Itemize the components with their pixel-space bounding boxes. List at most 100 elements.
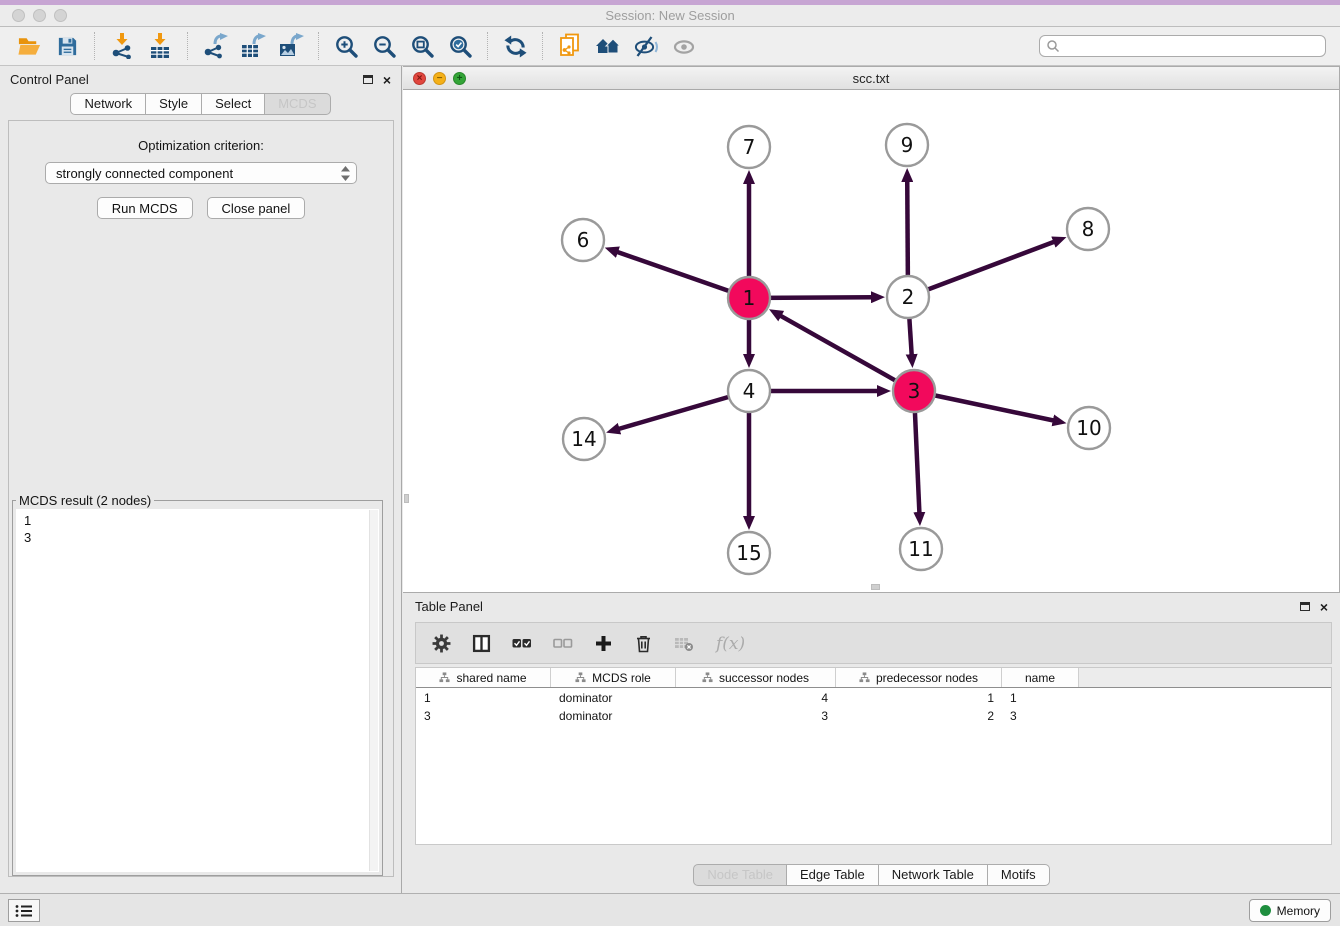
svg-text:f(x): f(x) (715, 634, 745, 653)
mcds-result-title: MCDS result (2 nodes) (16, 493, 154, 508)
close-panel-button[interactable]: Close panel (207, 197, 306, 219)
column-sort-icon (859, 672, 870, 683)
node-table: shared nameMCDS rolesuccessor nodesprede… (415, 667, 1332, 845)
node-label: 6 (577, 228, 590, 252)
delete-columns-icon[interactable] (634, 634, 653, 653)
node-14[interactable]: 14 (563, 418, 605, 460)
mcds-result-line: 3 (24, 529, 379, 546)
node-10[interactable]: 10 (1068, 407, 1110, 449)
mcds-result-textarea[interactable]: 13 (16, 509, 379, 872)
node-3[interactable]: 3 (893, 370, 935, 412)
create-column-icon[interactable] (594, 634, 613, 653)
select-all-columns-icon[interactable] (512, 634, 532, 652)
network-canvas[interactable]: 7 9 6 8 1 2 4 3 14 10 15 11 (403, 90, 1339, 592)
export-network-icon[interactable] (196, 30, 234, 62)
column-header-shared-name[interactable]: shared name (416, 668, 551, 687)
column-header-name[interactable]: name (1002, 668, 1079, 687)
cell-successor-nodes[interactable]: 3 (676, 708, 836, 724)
vertical-splitter-grip[interactable] (404, 494, 409, 503)
tab-edge-table[interactable]: Edge Table (787, 864, 879, 886)
search-icon (1046, 39, 1060, 53)
edge-layer (616, 180, 1055, 518)
open-session-icon[interactable] (10, 30, 48, 62)
cell-predecessor-nodes[interactable]: 2 (836, 708, 1002, 724)
column-sort-icon (439, 672, 450, 683)
network-window-titlebar: × − + scc.txt (403, 67, 1339, 90)
toolbar-separator (487, 32, 488, 60)
node-8[interactable]: 8 (1067, 208, 1109, 250)
table-options-icon[interactable] (432, 634, 451, 653)
node-6[interactable]: 6 (562, 219, 604, 261)
edge-2-8[interactable] (908, 241, 1055, 297)
show-columns-icon[interactable] (472, 634, 491, 653)
node-label: 4 (743, 379, 756, 403)
tab-network-table[interactable]: Network Table (879, 864, 988, 886)
cell-shared-name[interactable]: 1 (416, 690, 551, 706)
mcds-result-group: MCDS result (2 nodes) 13 (12, 493, 383, 876)
delete-table-icon[interactable] (674, 634, 694, 652)
float-panel-icon[interactable] (363, 75, 373, 84)
memory-status-icon (1260, 905, 1271, 916)
criterion-dropdown[interactable]: strongly connected component (45, 162, 357, 184)
search-box[interactable] (1039, 35, 1326, 57)
result-scrollbar[interactable] (369, 510, 378, 871)
table-row[interactable]: 1dominator411 (416, 690, 1331, 706)
memory-button[interactable]: Memory (1249, 899, 1331, 922)
float-table-panel-icon[interactable] (1300, 602, 1310, 611)
zoom-fit-icon[interactable] (403, 30, 441, 62)
node-4[interactable]: 4 (728, 370, 770, 412)
cell-shared-name[interactable]: 3 (416, 708, 551, 724)
function-builder-icon[interactable]: f(x) (715, 633, 749, 653)
export-image-icon[interactable] (272, 30, 310, 62)
node-15[interactable]: 15 (728, 532, 770, 574)
network-view-window: × − + scc.txt 7 9 6 8 1 2 4 3 14 10 15 11 (403, 66, 1340, 593)
tab-style[interactable]: Style (146, 93, 202, 115)
node-11[interactable]: 11 (900, 528, 942, 570)
zoom-out-icon[interactable] (365, 30, 403, 62)
node-1[interactable]: 1 (728, 277, 770, 319)
task-history-button[interactable] (8, 899, 40, 922)
hide-selected-icon[interactable] (627, 30, 665, 62)
node-9[interactable]: 9 (886, 124, 928, 166)
import-network-icon[interactable] (103, 30, 141, 62)
toolbar-separator (542, 32, 543, 60)
table-row[interactable]: 3dominator323 (416, 708, 1331, 724)
export-table-icon[interactable] (234, 30, 272, 62)
zoom-selected-icon[interactable] (441, 30, 479, 62)
column-header-mcds-role[interactable]: MCDS role (551, 668, 676, 687)
close-panel-icon[interactable]: × (383, 74, 391, 86)
cell-mcds-role[interactable]: dominator (551, 708, 676, 724)
edge-3-1[interactable] (779, 315, 914, 391)
cell-name[interactable]: 1 (1002, 690, 1079, 706)
tab-select[interactable]: Select (202, 93, 265, 115)
show-all-icon[interactable] (665, 30, 703, 62)
new-network-from-selection-icon[interactable] (551, 30, 589, 62)
first-neighbors-icon[interactable] (589, 30, 627, 62)
node-2[interactable]: 2 (887, 276, 929, 318)
tab-node-table[interactable]: Node Table (693, 864, 787, 886)
deselect-all-columns-icon[interactable] (553, 634, 573, 652)
search-input[interactable] (1060, 39, 1319, 53)
node-label: 8 (1082, 217, 1095, 241)
apply-layout-icon[interactable] (496, 30, 534, 62)
cell-predecessor-nodes[interactable]: 1 (836, 690, 1002, 706)
save-session-icon[interactable] (48, 30, 86, 62)
node-label: 1 (743, 286, 756, 310)
cell-name[interactable]: 3 (1002, 708, 1079, 724)
table-toolbar: f(x) (415, 622, 1332, 664)
import-table-icon[interactable] (141, 30, 179, 62)
run-mcds-button[interactable]: Run MCDS (97, 197, 193, 219)
cell-mcds-role[interactable]: dominator (551, 690, 676, 706)
horizontal-splitter-grip[interactable] (871, 584, 880, 590)
column-header-successor-nodes[interactable]: successor nodes (676, 668, 836, 687)
tab-mcds[interactable]: MCDS (265, 93, 330, 115)
zoom-in-icon[interactable] (327, 30, 365, 62)
tab-motifs[interactable]: Motifs (988, 864, 1050, 886)
node-7[interactable]: 7 (728, 126, 770, 168)
cell-successor-nodes[interactable]: 4 (676, 690, 836, 706)
tab-network[interactable]: Network (70, 93, 146, 115)
column-header-predecessor-nodes[interactable]: predecessor nodes (836, 668, 1002, 687)
app-titlebar: Session: New Session (0, 0, 1340, 27)
memory-label: Memory (1277, 904, 1320, 918)
close-table-panel-icon[interactable]: × (1320, 601, 1328, 613)
